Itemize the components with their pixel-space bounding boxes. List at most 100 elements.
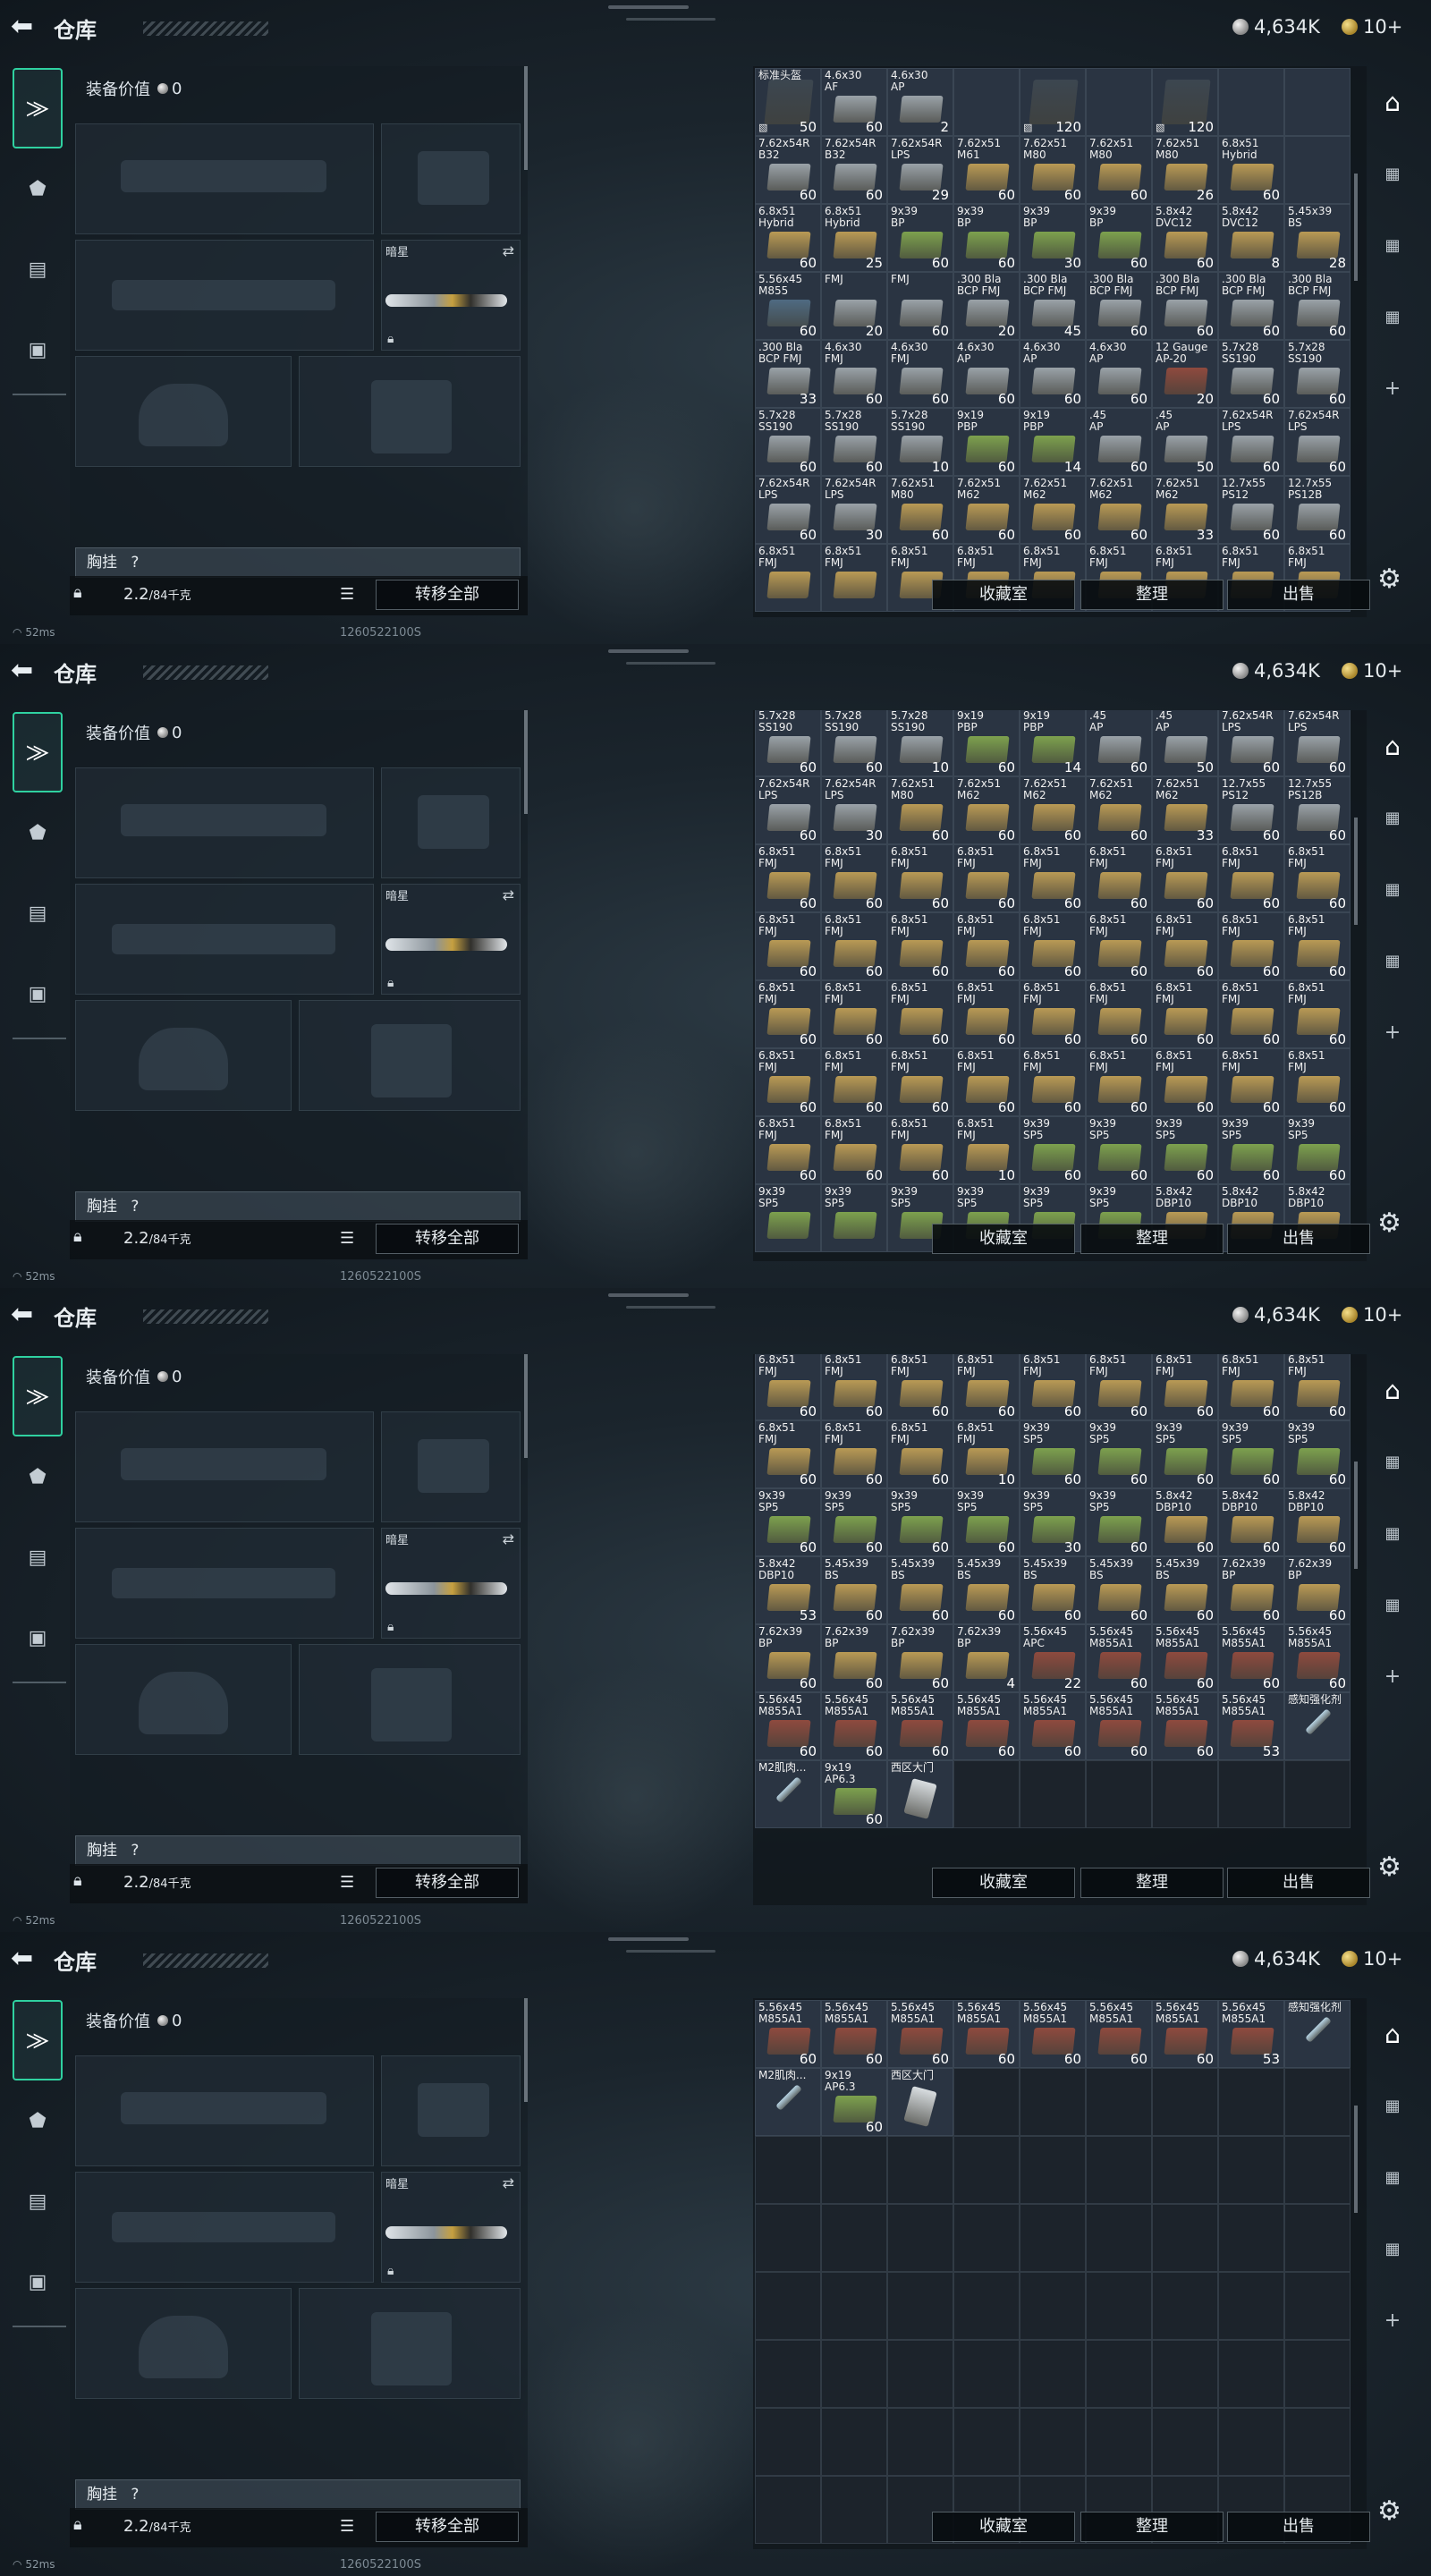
inventory-item[interactable]: 12.7x55 PS12B 60 bbox=[1284, 476, 1351, 544]
inventory-item[interactable]: 7.62x54R LPS 60 bbox=[755, 476, 821, 544]
inventory-item[interactable]: 5.56x45 M855A1 60 bbox=[1218, 1624, 1284, 1692]
inventory-item[interactable]: 5.7x28 SS190 60 bbox=[1284, 340, 1351, 408]
inventory-item[interactable]: 6.8x51 FMJ 10 bbox=[953, 1420, 1020, 1488]
empty-slot[interactable] bbox=[755, 2136, 821, 2204]
empty-slot[interactable] bbox=[1152, 2272, 1218, 2340]
transfer-all-button[interactable]: 转移全部 bbox=[376, 2512, 519, 2542]
inventory-item[interactable]: 5.56x45 M855A1 60 bbox=[1152, 1624, 1218, 1692]
empty-slot[interactable] bbox=[755, 2408, 821, 2476]
sort-button[interactable]: 整理 bbox=[1080, 2512, 1224, 2542]
inventory-item[interactable] bbox=[1086, 68, 1152, 136]
empty-slot[interactable] bbox=[1284, 2408, 1351, 2476]
empty-slot[interactable] bbox=[887, 2136, 953, 2204]
empty-slot[interactable] bbox=[1020, 2136, 1086, 2204]
inventory-item[interactable]: 7.62x51 M61 60 bbox=[953, 136, 1020, 204]
list-icon[interactable]: ☰ bbox=[340, 585, 354, 604]
inventory-item[interactable]: 12 Gauge AP-20 20 bbox=[1152, 340, 1218, 408]
storage-tab[interactable]: ▦ bbox=[1370, 281, 1415, 352]
helmet-slot[interactable] bbox=[75, 356, 292, 467]
inventory-item[interactable]: 6.8x51 FMJ 60 bbox=[953, 1048, 1020, 1116]
empty-slot[interactable] bbox=[887, 2408, 953, 2476]
inventory-item[interactable]: .300 Bla BCP FMJ 60 bbox=[1152, 272, 1218, 340]
inventory-item[interactable]: 6.8x51 FMJ 60 bbox=[887, 980, 953, 1048]
sort-button[interactable]: 整理 bbox=[1080, 1868, 1224, 1898]
inventory-item[interactable]: .300 Bla BCP FMJ 45 bbox=[1020, 272, 1086, 340]
inventory-item[interactable]: 4.6x30 AP 60 bbox=[953, 340, 1020, 408]
collection-room-button[interactable]: 收藏室 bbox=[932, 1224, 1075, 1254]
empty-slot[interactable] bbox=[1086, 2068, 1152, 2136]
inventory-item[interactable]: 7.62x39 BP 60 bbox=[821, 1624, 887, 1692]
empty-slot[interactable] bbox=[1020, 2272, 1086, 2340]
storage-tab[interactable]: ▦ bbox=[1370, 138, 1415, 209]
empty-slot[interactable] bbox=[1218, 2408, 1284, 2476]
back-arrow-icon[interactable]: ⬅ bbox=[11, 11, 43, 43]
inventory-item[interactable]: 5.56x45 M855A1 60 bbox=[887, 2000, 953, 2068]
empty-slot[interactable] bbox=[755, 2340, 821, 2408]
inventory-item[interactable]: 西区大门 bbox=[887, 1760, 953, 1828]
gold-currency[interactable]: 10+ bbox=[1342, 1946, 1402, 1971]
inventory-item[interactable]: 120 ▧ bbox=[1152, 68, 1218, 136]
tab-weapons[interactable]: ⨠ bbox=[13, 2000, 63, 2080]
inventory-item[interactable]: 9x19 PBP 14 bbox=[1020, 710, 1086, 776]
empty-slot[interactable] bbox=[1020, 2204, 1086, 2272]
inventory-item[interactable]: 7.62x39 BP 60 bbox=[1284, 1556, 1351, 1624]
inventory-item[interactable]: 6.8x51 FMJ 60 bbox=[1152, 980, 1218, 1048]
swap-icon[interactable]: ⇄ bbox=[503, 242, 514, 259]
inventory-item[interactable]: 5.45x39 BS 60 bbox=[1020, 1556, 1086, 1624]
empty-slot[interactable] bbox=[1218, 1760, 1284, 1828]
inventory-item[interactable]: 5.8x42 DBP10 60 bbox=[1284, 1488, 1351, 1556]
inventory-item[interactable]: 5.56x45 M855 60 bbox=[755, 272, 821, 340]
inventory-item[interactable]: 6.8x51 FMJ 60 bbox=[953, 980, 1020, 1048]
tab-weapons[interactable]: ⨠ bbox=[13, 1356, 63, 1436]
inventory-item[interactable]: 6.8x51 FMJ 60 bbox=[1218, 844, 1284, 912]
inventory-item[interactable]: 7.62x39 BP 4 bbox=[953, 1624, 1020, 1692]
empty-slot[interactable] bbox=[953, 2136, 1020, 2204]
inventory-item[interactable]: 6.8x51 FMJ 60 bbox=[755, 1420, 821, 1488]
inventory-item[interactable]: 6.8x51 FMJ 60 bbox=[1020, 844, 1086, 912]
inventory-item[interactable]: 6.8x51 FMJ 60 bbox=[1218, 980, 1284, 1048]
empty-slot[interactable] bbox=[755, 2204, 821, 2272]
inventory-item[interactable]: .45 AP 60 bbox=[1086, 408, 1152, 476]
inventory-item[interactable]: 5.7x28 SS190 10 bbox=[887, 710, 953, 776]
inventory-item[interactable] bbox=[953, 68, 1020, 136]
inventory-item[interactable]: 5.45x39 BS 60 bbox=[953, 1556, 1020, 1624]
inventory-item[interactable]: 9x39 SP5 60 bbox=[887, 1488, 953, 1556]
empty-slot[interactable] bbox=[1152, 2136, 1218, 2204]
inventory-item[interactable]: 5.56x45 M855A1 60 bbox=[887, 1692, 953, 1760]
inventory-item[interactable]: 9x39 SP5 60 bbox=[1086, 1116, 1152, 1184]
empty-slot[interactable] bbox=[953, 2340, 1020, 2408]
inventory-item[interactable]: 6.8x51 FMJ 60 bbox=[821, 1420, 887, 1488]
inventory-item[interactable]: 7.62x51 M80 60 bbox=[1020, 136, 1086, 204]
inventory-item[interactable]: 9x39 SP5 60 bbox=[1284, 1420, 1351, 1488]
inventory-item[interactable]: 7.62x39 BP 60 bbox=[887, 1624, 953, 1692]
empty-slot[interactable] bbox=[1284, 2204, 1351, 2272]
swap-icon[interactable]: ⇄ bbox=[503, 886, 514, 903]
list-icon[interactable]: ☰ bbox=[340, 1229, 354, 1248]
inventory-item[interactable]: 5.8x42 DVC12 8 bbox=[1218, 204, 1284, 272]
transfer-all-button[interactable]: 转移全部 bbox=[376, 580, 519, 610]
armor-slot[interactable] bbox=[299, 1644, 521, 1755]
gear-icon[interactable]: ⚙ bbox=[1377, 1852, 1401, 1883]
add-storage-icon[interactable]: + bbox=[1370, 1640, 1415, 1712]
inventory-item[interactable]: 7.62x51 M80 60 bbox=[887, 476, 953, 544]
inventory-item[interactable]: .300 Bla BCP FMJ 33 bbox=[755, 340, 821, 408]
empty-slot[interactable] bbox=[1152, 2408, 1218, 2476]
inventory-item[interactable]: 6.8x51 FMJ 60 bbox=[821, 980, 887, 1048]
storage-tab[interactable]: ▦ bbox=[1370, 925, 1415, 996]
inventory-item[interactable]: 7.62x54R LPS 30 bbox=[821, 476, 887, 544]
inventory-item[interactable]: FMJ 20 bbox=[821, 272, 887, 340]
gear-icon[interactable]: ⚙ bbox=[1377, 1208, 1401, 1239]
pistol-slot[interactable] bbox=[381, 123, 521, 234]
inventory-scrollbar[interactable] bbox=[1354, 818, 1358, 925]
silver-currency[interactable]: 4,634K bbox=[1232, 658, 1320, 683]
inventory-item[interactable]: 7.62x54R LPS 30 bbox=[821, 776, 887, 844]
inventory-item[interactable]: 6.8x51 FMJ 60 bbox=[1152, 844, 1218, 912]
inventory-item[interactable]: 6.8x51 FMJ 60 bbox=[1152, 1354, 1218, 1420]
inventory-item[interactable]: 6.8x51 FMJ 60 bbox=[1152, 1048, 1218, 1116]
empty-slot[interactable] bbox=[1020, 1760, 1086, 1828]
tab-backpack[interactable]: ▣ bbox=[13, 1597, 63, 1678]
inventory-item[interactable]: 6.8x51 FMJ 60 bbox=[755, 912, 821, 980]
inventory-item[interactable]: 西区大门 bbox=[887, 2068, 953, 2136]
inventory-item[interactable]: 7.62x51 M80 26 bbox=[1152, 136, 1218, 204]
melee-slot[interactable]: 暗星 ⇄ 🔒︎ bbox=[381, 2172, 521, 2283]
